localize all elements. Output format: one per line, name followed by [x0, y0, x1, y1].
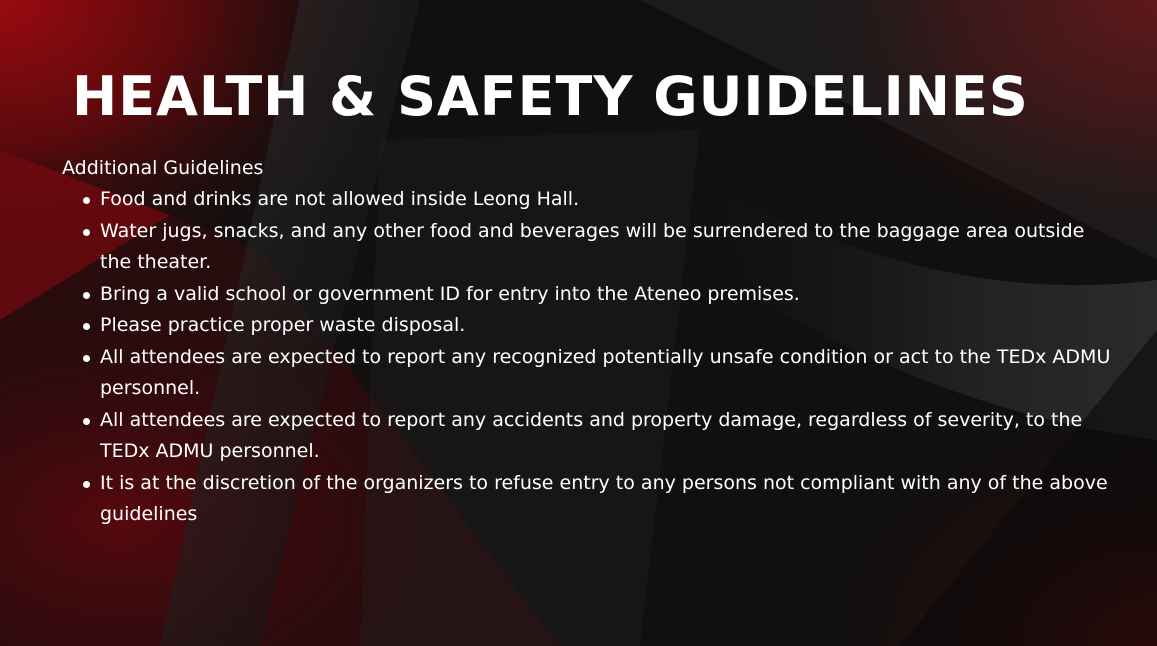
list-item: All attendees are expected to report any… — [62, 342, 1112, 405]
list-item: Bring a valid school or government ID fo… — [62, 279, 1112, 311]
list-item-text: Food and drinks are not allowed inside L… — [100, 188, 580, 210]
bullet-icon — [83, 417, 90, 425]
section-subheading: Additional Guidelines — [62, 157, 264, 179]
guidelines-list: Food and drinks are not allowed inside L… — [62, 184, 1112, 531]
list-item: Food and drinks are not allowed inside L… — [62, 184, 1112, 216]
bullet-icon — [83, 197, 90, 204]
slide: HEALTH & SAFETY GUIDELINES Additional Gu… — [0, 0, 1157, 646]
list-item: Please practice proper waste disposal. — [62, 310, 1112, 342]
bullet-icon — [83, 291, 90, 299]
bullet-icon — [83, 354, 90, 362]
bullet-icon — [83, 323, 90, 330]
bullet-icon — [83, 228, 90, 236]
list-item-text: Bring a valid school or government ID fo… — [100, 282, 800, 305]
list-item: All attendees are expected to report any… — [62, 405, 1112, 468]
list-item-text: All attendees are expected to report any… — [100, 408, 1083, 463]
list-item-text: Water jugs, snacks, and any other food a… — [100, 219, 1085, 274]
list-item: Water jugs, snacks, and any other food a… — [62, 216, 1112, 279]
slide-title: HEALTH & SAFETY GUIDELINES — [72, 65, 1029, 128]
list-item-text: It is at the discretion of the organizer… — [100, 471, 1108, 526]
guidelines-section: Additional Guidelines Food and drinks ar… — [62, 154, 1112, 531]
list-item-text: All attendees are expected to report any… — [100, 345, 1111, 400]
list-item: It is at the discretion of the organizer… — [62, 468, 1112, 531]
bullet-icon — [83, 480, 90, 488]
list-item-text: Please practice proper waste disposal. — [100, 314, 466, 336]
